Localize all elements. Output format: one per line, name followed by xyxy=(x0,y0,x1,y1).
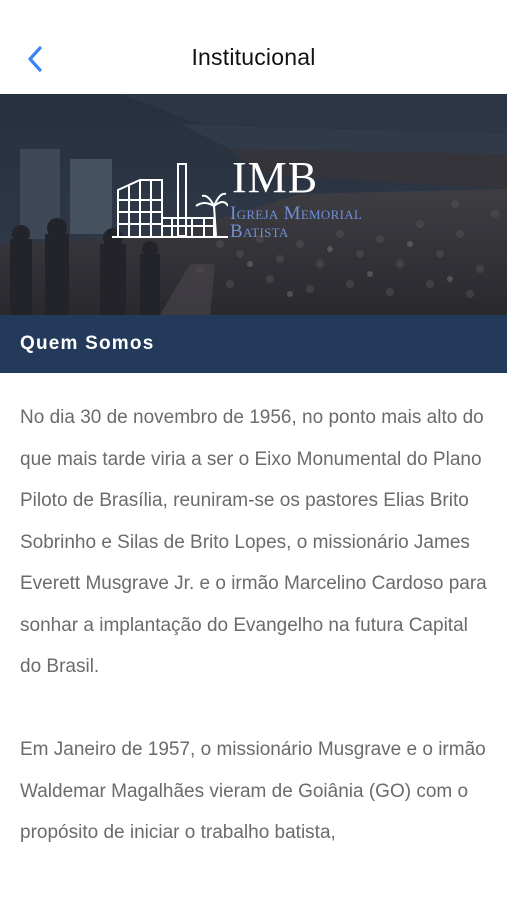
navigation-bar: Institucional xyxy=(0,0,507,94)
imb-logo: IMB Igreja Memorial Batista xyxy=(112,156,402,246)
paragraph: Em Janeiro de 1957, o missionário Musgra… xyxy=(20,739,486,843)
church-banner-image: IMB Igreja Memorial Batista xyxy=(0,94,507,315)
about-text: No dia 30 de novembro de 1956, no ponto … xyxy=(20,397,492,854)
institucional-screen: Institucional IMB Igreja Memorial Batist… xyxy=(0,0,507,900)
section-title: Quem Somos xyxy=(20,333,155,354)
church-building-icon xyxy=(112,163,228,238)
logo-abbreviation: IMB xyxy=(232,153,319,202)
page-title: Institucional xyxy=(191,44,316,70)
logo-name-line2: Batista xyxy=(230,221,289,242)
section-header: Quem Somos xyxy=(0,315,507,373)
paragraph: No dia 30 de novembro de 1956, no ponto … xyxy=(20,407,487,677)
